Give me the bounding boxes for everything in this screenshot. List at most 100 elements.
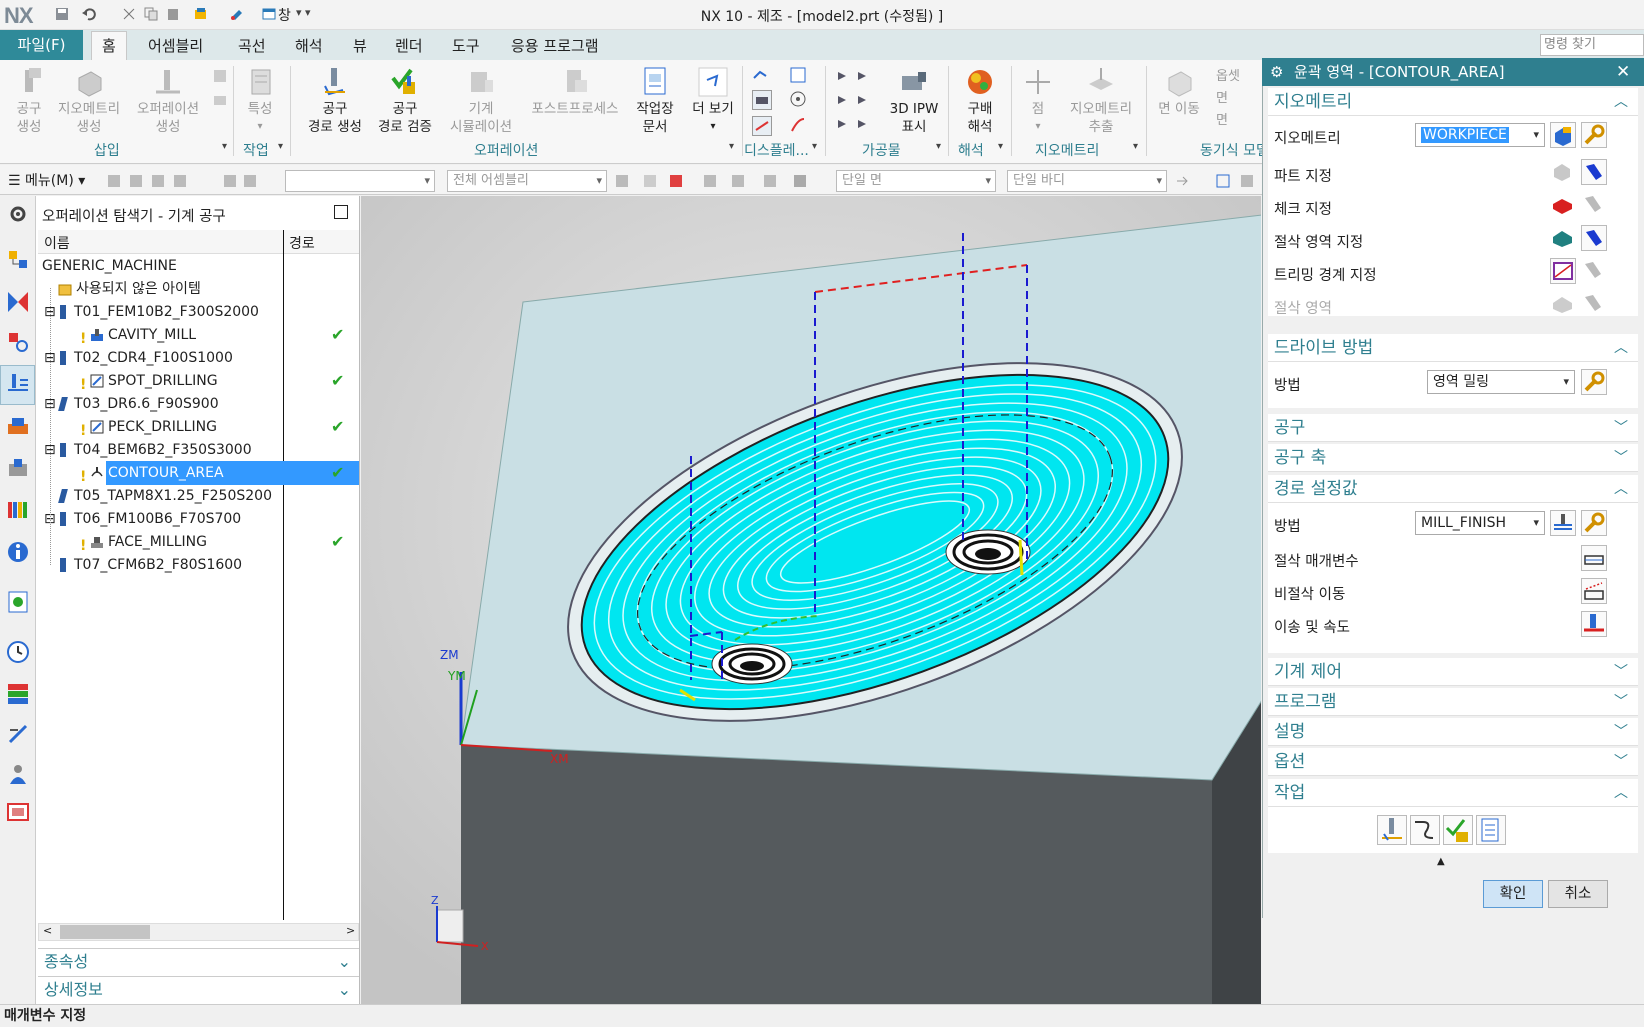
draft-analysis-button[interactable]: 구배 해석 <box>955 66 1005 136</box>
selection-tool-icons[interactable] <box>614 172 824 190</box>
create-tool-button[interactable]: 공구 생성 <box>8 66 50 136</box>
create-geometry-button[interactable]: 지오메트리 생성 <box>53 66 125 136</box>
assembly-navigator-icon[interactable] <box>6 290 30 314</box>
specify-trim-boundary-icon[interactable] <box>1550 258 1576 284</box>
edit-drive-wrench-icon[interactable] <box>1581 369 1607 395</box>
new-geometry-icon[interactable] <box>1550 122 1576 148</box>
display-trim-flashlight-icon[interactable] <box>1581 258 1607 284</box>
tree-row-tool-t06[interactable]: ⊟ T06_FM100B6_F70S700 <box>38 507 359 531</box>
cancel-button[interactable]: 취소 <box>1548 880 1608 908</box>
edit-geometry-wrench-icon[interactable] <box>1581 122 1607 148</box>
program-section-header[interactable]: 프로그램 ﹀ <box>1268 688 1638 716</box>
machining-feature-navigator-icon[interactable] <box>6 456 30 480</box>
machine-control-section-header[interactable]: 기계 제어 ﹀ <box>1268 658 1638 686</box>
point-button[interactable]: 점 ▾ <box>1018 66 1058 136</box>
sync-small-commands[interactable]: 옵셋 면 면 <box>1216 66 1262 132</box>
more-views-button[interactable]: 더 보기 ▾ <box>688 66 738 136</box>
machine-simulation-button[interactable]: 기계 시뮬레이션 <box>443 66 519 136</box>
replay-action-icon[interactable] <box>1410 815 1440 845</box>
tab-home[interactable]: 홈 <box>91 31 127 61</box>
tree-row-tool-t03[interactable]: ⊟ T03_DR6.6_F90S900 <box>38 392 359 416</box>
close-icon[interactable]: ✕ <box>1616 58 1630 86</box>
workpiece-small-icon-2[interactable] <box>836 92 878 108</box>
tree-row-tool-t01[interactable]: ⊟ T01_FEM10B2_F300S2000 <box>38 300 359 324</box>
tree-row-tool-t05[interactable]: T05_TAPM8X1.25_F250S200 <box>38 484 359 508</box>
tab-application[interactable]: 응용 프로그램 <box>501 32 609 60</box>
tree-row-op-spot-drilling[interactable]: ! SPOT_DRILLING ✔ <box>38 369 359 393</box>
menu-button[interactable]: ☰ 메뉴(M) ▾ <box>8 170 85 190</box>
tab-file[interactable]: 파일(F) <box>0 30 83 60</box>
group-dropdown-icon[interactable]: ▾ <box>278 141 283 152</box>
display-part-flashlight-icon[interactable] <box>1581 159 1607 185</box>
process-studio-icon[interactable] <box>6 722 30 746</box>
geometry-section-header[interactable]: 지오메트리 ︿ <box>1268 88 1638 116</box>
display-small-icon-4[interactable] <box>789 66 807 84</box>
type-filter-combo[interactable] <box>285 170 435 192</box>
tree-row-op-face-milling[interactable]: ! FACE_MILLING ✔ <box>38 530 359 554</box>
tab-tools[interactable]: 도구 <box>442 32 490 60</box>
view-tool-icons[interactable] <box>1175 172 1260 190</box>
tab-analysis[interactable]: 해석 <box>285 32 333 60</box>
tree-row-tool-t02[interactable]: ⊟ T02_CDR4_F100S1000 <box>38 346 359 370</box>
cut-area-icon[interactable] <box>1550 291 1576 317</box>
group-dropdown-icon[interactable]: ▾ <box>1133 141 1138 152</box>
list-action-icon[interactable] <box>1476 815 1506 845</box>
column-name[interactable]: 이름 <box>44 233 70 253</box>
tab-assembly[interactable]: 어셈블리 <box>138 32 213 60</box>
system-scenes-icon[interactable] <box>6 800 30 824</box>
generate-toolpath-button[interactable]: 공구 경로 생성 <box>303 66 367 136</box>
tool-axis-section-header[interactable]: 공구 축 ﹀ <box>1268 444 1638 472</box>
scrollbar-thumb[interactable] <box>60 925 150 939</box>
show-3d-ipw-button[interactable]: 3D IPW 표시 <box>884 66 944 136</box>
actions-section-header[interactable]: 작업 ︿ <box>1268 779 1638 807</box>
tree-row-machine[interactable]: GENERIC_MACHINE <box>38 254 359 278</box>
group-dropdown-icon[interactable]: ▾ <box>222 141 227 152</box>
tree-row-op-peck-drilling[interactable]: ! PECK_DRILLING ✔ <box>38 415 359 439</box>
geometry-select[interactable]: WORKPIECE <box>1415 123 1545 147</box>
collapse-dialog-icon[interactable]: ▲ <box>1437 856 1445 867</box>
postprocess-button[interactable]: 포스트프로세스 <box>525 66 625 118</box>
tree-row-tool-t07[interactable]: T07_CFM6B2_F80S1600 <box>38 553 359 577</box>
generate-action-icon[interactable] <box>1377 815 1407 845</box>
group-dropdown-icon[interactable]: ▾ <box>812 141 817 152</box>
specify-part-icon[interactable] <box>1550 159 1576 185</box>
path-method-select[interactable]: MILL_FINISH <box>1415 511 1545 535</box>
machine-tool-navigator-icon[interactable] <box>6 414 30 438</box>
column-path[interactable]: 경로 <box>289 233 315 253</box>
scroll-right-icon[interactable]: > <box>346 924 355 937</box>
tree-row-unused-items[interactable]: 사용되지 않은 아이템 <box>38 277 359 301</box>
properties-button[interactable]: 특성 ▾ <box>240 66 280 136</box>
dependencies-panel[interactable]: 종속성 ⌄ <box>38 948 359 974</box>
drive-method-section-header[interactable]: 드라이브 방법 ︿ <box>1268 334 1638 362</box>
web-browser-icon[interactable] <box>6 590 30 614</box>
assembly-scope-combo[interactable]: 전체 어셈블리 <box>447 170 607 192</box>
tab-render[interactable]: 렌더 <box>385 32 433 60</box>
maximize-icon[interactable] <box>334 205 348 219</box>
extract-geometry-button[interactable]: 지오메트리 추출 <box>1062 66 1140 136</box>
snap-icons[interactable] <box>222 172 262 190</box>
scroll-left-icon[interactable]: < <box>43 924 52 937</box>
display-small-icon-6[interactable] <box>789 116 807 134</box>
verify-action-icon[interactable] <box>1443 815 1473 845</box>
tool-section-header[interactable]: 공구 ﹀ <box>1268 414 1638 442</box>
operation-navigator-icon[interactable] <box>6 372 30 396</box>
roles-icon[interactable] <box>6 762 30 786</box>
create-operation-button[interactable]: 오퍼레이션 생성 <box>130 66 206 136</box>
info-icon[interactable] <box>6 540 30 564</box>
group-dropdown-icon[interactable]: ▾ <box>936 141 941 152</box>
specify-cut-area-icon[interactable] <box>1550 225 1576 251</box>
constraint-navigator-icon[interactable] <box>6 330 30 354</box>
display-small-icon-2[interactable] <box>752 90 772 110</box>
selection-filter-icons[interactable] <box>106 172 196 190</box>
verify-toolpath-button[interactable]: 공구 경로 검증 <box>373 66 437 136</box>
tree-row-op-cavity-mill[interactable]: ! CAVITY_MILL ✔ <box>38 323 359 347</box>
drive-method-select[interactable]: 영역 밀링 <box>1427 370 1575 394</box>
ok-button[interactable]: 확인 <box>1483 880 1543 908</box>
dialog-gear-icon[interactable]: ⚙ <box>1270 58 1283 86</box>
group-dropdown-icon[interactable]: ▾ <box>998 141 1003 152</box>
path-settings-section-header[interactable]: 경로 설정값 ︿ <box>1268 475 1638 503</box>
body-rule-combo[interactable]: 단일 바디 <box>1007 170 1167 192</box>
workpiece-small-icon-1[interactable] <box>836 68 878 84</box>
small-insert-icon[interactable] <box>212 68 228 84</box>
part-navigator-icon[interactable] <box>6 248 30 272</box>
